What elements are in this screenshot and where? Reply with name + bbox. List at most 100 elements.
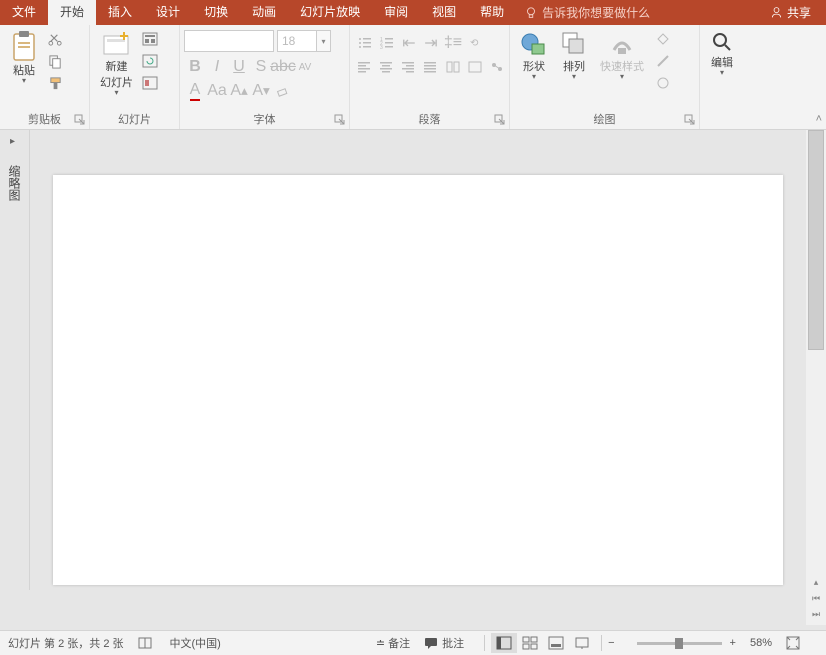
italic-button[interactable]: I (207, 57, 227, 77)
increase-indent-button[interactable]: ⇥ (421, 33, 441, 53)
align-center-button[interactable] (377, 57, 397, 77)
font-family-select[interactable] (184, 30, 274, 52)
tab-file[interactable]: 文件 (0, 0, 48, 25)
section-button[interactable] (140, 73, 160, 93)
sorter-view-button[interactable] (517, 633, 543, 653)
prev-slide-button[interactable]: ⏮ (806, 593, 826, 609)
dialog-launcher-paragraph[interactable] (494, 114, 506, 126)
effects-icon (656, 76, 671, 91)
reset-button[interactable] (140, 51, 160, 71)
tell-me-search[interactable]: 告诉我你想要做什么 (524, 4, 650, 21)
zoom-in-button[interactable]: + (730, 637, 736, 649)
group-slides: 新建 幻灯片 ▾ 幻灯片 (90, 25, 180, 129)
tab-insert[interactable]: 插入 (96, 0, 144, 25)
tab-slideshow[interactable]: 幻灯片放映 (288, 0, 372, 25)
dialog-launcher-drawing[interactable] (684, 114, 696, 126)
dialog-launcher-clipboard[interactable] (74, 114, 86, 126)
columns-button[interactable] (443, 57, 463, 77)
pane-toggle[interactable]: ▸ (10, 136, 15, 147)
cut-button[interactable] (45, 29, 65, 49)
slide-canvas[interactable] (30, 130, 806, 625)
decrease-indent-button[interactable]: ⇤ (399, 33, 419, 53)
strike-button[interactable]: abc (273, 57, 293, 77)
normal-view-button[interactable] (491, 633, 517, 653)
svg-text:3: 3 (380, 45, 383, 50)
slide-number-status[interactable]: 幻灯片 第 2 张，共 2 张 (8, 635, 124, 651)
align-left-icon (358, 61, 372, 73)
reading-view-button[interactable] (543, 633, 569, 653)
underline-button[interactable]: U (229, 57, 249, 77)
smartart-button[interactable] (487, 57, 507, 77)
vertical-scrollbar[interactable]: ▴ ⏮ ⏭ (806, 130, 826, 625)
format-painter-button[interactable] (45, 73, 65, 93)
zoom-slider-thumb[interactable] (675, 638, 683, 649)
shape-outline-button[interactable] (653, 51, 673, 71)
scroll-up-arrow[interactable]: ▴ (806, 577, 826, 593)
tab-view[interactable]: 视图 (420, 0, 468, 25)
tab-transitions[interactable]: 切换 (192, 0, 240, 25)
search-icon (710, 30, 734, 54)
increase-font-button[interactable]: A▴ (229, 81, 249, 101)
font-color-button[interactable]: A (185, 81, 205, 101)
quickstyle-button[interactable]: 快速样式 ▾ (594, 28, 650, 83)
thumbnail-label[interactable]: 缩略图 (6, 165, 23, 201)
svg-text:⟲: ⟲ (470, 38, 479, 49)
group-clipboard: 粘贴 ▾ 剪贴板 (0, 25, 90, 129)
notes-button[interactable]: ≐备注 (376, 635, 410, 651)
font-size-select[interactable] (277, 30, 317, 52)
scrollbar-thumb[interactable] (808, 130, 824, 350)
group-drawing: 形状 ▾ 排列 ▾ 快速样式 ▾ 绘图 (510, 25, 700, 129)
align-left-button[interactable] (355, 57, 375, 77)
arrange-button[interactable]: 排列 ▾ (554, 28, 594, 83)
normal-view-icon (496, 636, 512, 650)
share-button[interactable]: 共享 (770, 4, 811, 21)
bullets-button[interactable] (355, 33, 375, 53)
outline-icon (656, 54, 671, 69)
dropdown-icon: ▾ (22, 76, 26, 85)
comments-button[interactable]: 批注 (424, 635, 464, 651)
spellcheck-status[interactable] (138, 637, 156, 649)
shapes-button[interactable]: 形状 ▾ (514, 28, 554, 83)
shape-fill-button[interactable] (653, 29, 673, 49)
tab-design[interactable]: 设计 (144, 0, 192, 25)
bold-button[interactable]: B (185, 57, 205, 77)
numbering-button[interactable]: 123 (377, 33, 397, 53)
tab-home[interactable]: 开始 (48, 0, 96, 25)
collapse-ribbon-button[interactable]: ˄ (816, 113, 822, 125)
share-label: 共享 (787, 4, 811, 21)
fill-icon (656, 32, 671, 47)
layout-button[interactable] (140, 29, 160, 49)
slideshow-view-button[interactable] (569, 633, 595, 653)
fit-to-window-button[interactable] (786, 636, 804, 650)
text-direction-button[interactable]: ⟲ (465, 33, 485, 53)
decrease-font-button[interactable]: A▾ (251, 81, 271, 101)
paste-button[interactable]: 粘贴 ▾ (4, 28, 44, 87)
spacing-button[interactable]: AV (295, 57, 315, 77)
copy-button[interactable] (45, 51, 65, 71)
next-slide-button[interactable]: ⏭ (806, 609, 826, 625)
tab-review[interactable]: 审阅 (372, 0, 420, 25)
ribbon: 粘贴 ▾ 剪贴板 新建 幻灯片 ▾ 幻灯片 (0, 25, 826, 130)
font-size-dropdown[interactable]: ▾ (317, 30, 331, 52)
line-spacing-button[interactable]: ‡≡ (443, 33, 463, 53)
dialog-launcher-font[interactable] (334, 114, 346, 126)
book-icon (138, 637, 152, 649)
slide[interactable] (53, 175, 783, 585)
new-slide-button[interactable]: 新建 幻灯片 ▾ (94, 28, 139, 99)
change-case-button[interactable]: Aa (207, 81, 227, 101)
justify-button[interactable] (421, 57, 441, 77)
align-right-button[interactable] (399, 57, 419, 77)
language-status[interactable]: 中文(中国) (170, 635, 221, 651)
zoom-out-button[interactable]: − (608, 637, 614, 649)
shape-effects-button[interactable] (653, 73, 673, 93)
align-text-button[interactable] (465, 57, 485, 77)
clear-format-button[interactable] (273, 81, 293, 101)
shadow-button[interactable]: S (251, 57, 271, 77)
tab-help[interactable]: 帮助 (468, 0, 516, 25)
zoom-slider[interactable] (637, 642, 722, 645)
tab-animations[interactable]: 动画 (240, 0, 288, 25)
notes-label: 备注 (388, 635, 410, 651)
zoom-level[interactable]: 58% (750, 637, 772, 649)
sorter-view-icon (522, 636, 538, 650)
editing-button[interactable]: 编辑 ▾ (704, 28, 740, 79)
